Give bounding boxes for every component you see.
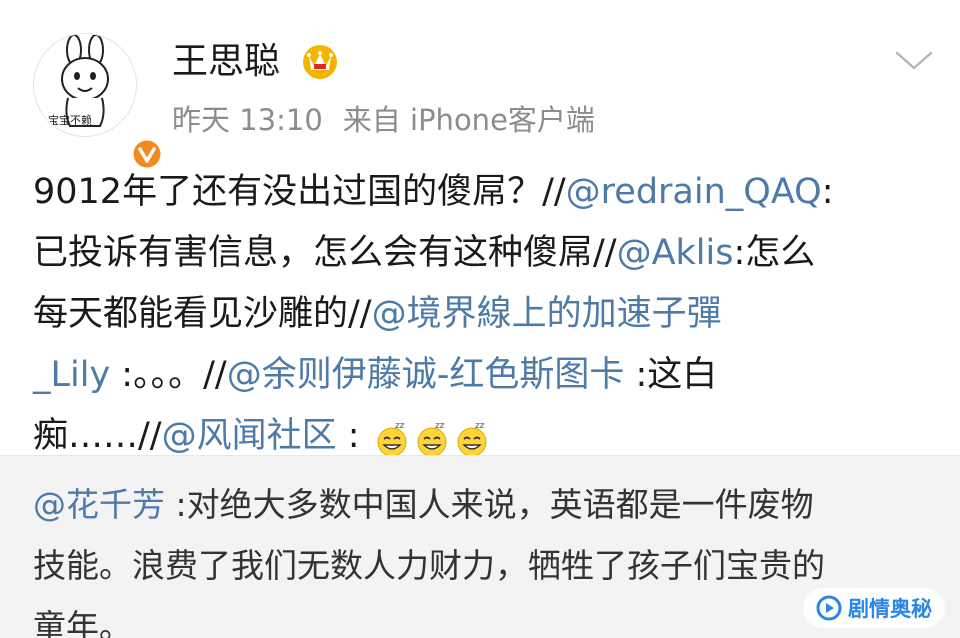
avatar-caption: 宝宝不赖 xyxy=(48,114,92,127)
text-segment: 每天都能看见沙雕的// xyxy=(33,294,372,334)
text-line: 每天都能看见沙雕的//@境界線上的加速子彈 xyxy=(33,284,933,345)
retweet-body: @花千芳 :对绝大多数中国人来说，英语都是一件废物技能。浪费了我们无数人力财力，… xyxy=(33,479,933,638)
text-segment: :对绝大多数中国人来说，英语都是一件废物 xyxy=(165,485,814,524)
mention-link[interactable]: @redrain_QAQ xyxy=(566,172,822,212)
post-source: 来自 iPhone客户端 xyxy=(342,103,595,137)
post-time: 昨天 13:10 xyxy=(172,103,323,137)
sleepy-grin-emoji-icon: zz xyxy=(417,421,447,456)
post-meta: 昨天 13:10 来自 iPhone客户端 xyxy=(172,100,595,140)
mention-link[interactable]: @Aklis xyxy=(617,233,734,273)
text-line: @花千芳 :对绝大多数中国人来说，英语都是一件废物 xyxy=(33,479,933,540)
watermark: 剧情奥秘 xyxy=(803,588,945,628)
post-body: 9012年了还有没出过国的傻屌？//@redrain_QAQ: 已投诉有害信息，怎… xyxy=(33,162,933,467)
mention-link[interactable]: @花千芳 xyxy=(33,485,165,524)
mention-link[interactable]: @风闻社区 xyxy=(162,416,337,456)
text-segment: 痴……// xyxy=(33,416,162,456)
mention-link[interactable]: @境界線上的加速子彈 xyxy=(372,294,722,334)
text-segment: 已投诉有害信息，怎么会有这种傻屌// xyxy=(33,233,617,273)
mention-link[interactable]: @余则伊藤诚-红色斯图卡 xyxy=(227,355,625,395)
vip-crown-icon[interactable] xyxy=(300,42,340,82)
text-segment: 技能。浪费了我们无数人力财力，牺牲了孩子们宝贵的 xyxy=(33,546,825,585)
weibo-post-screen: 宝宝不赖 王思聪 昨天 13:10 来自 iPhone客户端 9012年了还有没出… xyxy=(0,0,960,638)
username[interactable]: 王思聪 xyxy=(172,38,280,86)
text-segment: : xyxy=(336,416,371,456)
play-logo-icon xyxy=(816,595,842,621)
text-segment: :。。。// xyxy=(110,355,227,395)
text-segment: : xyxy=(821,172,834,212)
text-segment: 9012年了还有没出过国的傻屌？// xyxy=(33,172,566,212)
text-line: 童年。 xyxy=(33,601,933,638)
avatar[interactable]: 宝宝不赖 xyxy=(33,33,137,137)
text-line: 已投诉有害信息，怎么会有这种傻屌//@Aklis:怎么 xyxy=(33,223,933,284)
text-segment: :这白 xyxy=(624,355,718,395)
mention-link[interactable]: _Lily xyxy=(33,355,110,395)
text-segment: :怎么 xyxy=(733,233,816,273)
avatar-container[interactable]: 宝宝不赖 xyxy=(33,33,163,170)
text-line: 技能。浪费了我们无数人力财力，牺牲了孩子们宝贵的 xyxy=(33,540,933,601)
text-line: _Lily :。。。//@余则伊藤诚-红色斯图卡 :这白 xyxy=(33,345,933,406)
watermark-text: 剧情奥秘 xyxy=(848,597,932,621)
sleepy-grin-emoji-icon: zz xyxy=(377,421,407,456)
text-line: 9012年了还有没出过国的傻屌？//@redrain_QAQ: xyxy=(33,162,933,223)
text-segment: 童年。 xyxy=(33,607,132,638)
sleepy-grin-emoji-icon: zz xyxy=(457,421,487,456)
chevron-down-icon[interactable] xyxy=(893,44,935,76)
